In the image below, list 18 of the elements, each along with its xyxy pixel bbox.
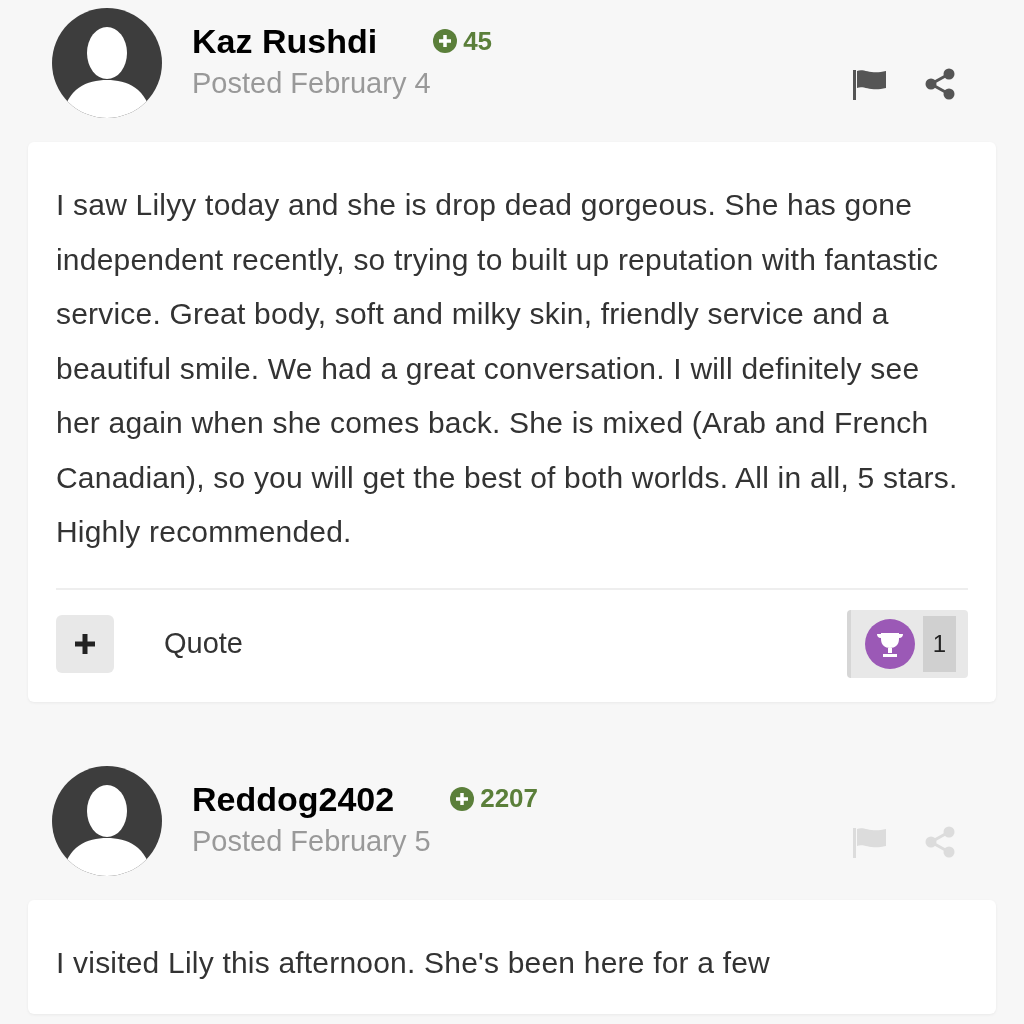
author-name[interactable]: Reddog2402 [192, 777, 395, 820]
trophy-icon [864, 618, 915, 669]
post-date: Posted February 4 [192, 66, 431, 102]
plus-icon [73, 631, 97, 656]
plus-circle-icon [450, 786, 475, 811]
plus-button[interactable] [56, 614, 114, 673]
post-date: Posted February 5 [192, 823, 431, 859]
author-name[interactable]: Kaz Rushdi [192, 20, 378, 63]
post-text: I saw Lilyy today and she is drop dead gorgeous. She has gone independent recently, so trying to built up reputation with fantastic service. Great body, soft and milky skin, friendly service and a beautiful smile. We had a great conversation. I will definitely see her again when she comes back. She is mixed (Arab and French Canadian), so you will get the best of both worlds. All in all, 5 stars. Highly recommended. [56, 187, 959, 550]
share-icon[interactable] [924, 68, 956, 100]
post-text: I visited Lily this afternoon. She's been here for a few [56, 944, 771, 981]
reaction-button[interactable]: 1 [846, 609, 968, 678]
reputation-score: 45 [433, 21, 493, 61]
reaction-count: 1 [922, 615, 956, 672]
flag-icon[interactable] [852, 68, 888, 100]
reputation-score: 2207 [450, 779, 539, 819]
plus-circle-icon [433, 29, 458, 54]
quote-button[interactable]: Quote [164, 621, 243, 666]
